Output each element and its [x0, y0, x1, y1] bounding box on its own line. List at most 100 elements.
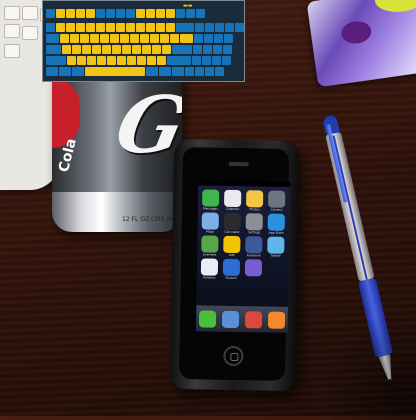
key [86, 9, 95, 18]
settings-icon[interactable]: Settings [245, 213, 263, 234]
app-label: Twitter [270, 253, 281, 258]
app-label: Settings [247, 230, 261, 235]
key [4, 6, 20, 20]
key [80, 34, 89, 43]
key [46, 45, 61, 54]
key [156, 9, 165, 18]
key [96, 9, 105, 18]
shazam-icon[interactable]: Shazam [222, 258, 241, 280]
earpiece-speaker [228, 161, 249, 167]
key [159, 67, 171, 76]
app-label: Facebook [246, 253, 261, 258]
photo-scene: G Cola 12 FL OZ (355 mL) Messages Calenda… [0, 0, 416, 420]
key [152, 45, 161, 54]
key-row [46, 23, 244, 32]
key [162, 45, 171, 54]
app-label: AIM [228, 252, 235, 257]
key [4, 24, 20, 38]
app-store-icon[interactable]: App Store [267, 213, 285, 235]
calculator-icon[interactable]: Calculator [223, 212, 241, 234]
key [213, 45, 222, 54]
key [116, 23, 125, 32]
key [157, 56, 166, 65]
key [156, 23, 165, 32]
key [56, 23, 65, 32]
calendar-icon[interactable]: Calendar [224, 189, 242, 211]
facebook-icon[interactable]: Facebook [245, 236, 263, 257]
key [176, 9, 185, 18]
key [22, 26, 38, 40]
ipod-icon[interactable] [267, 311, 286, 329]
key [222, 56, 231, 65]
key [137, 56, 146, 65]
key [66, 9, 75, 18]
pandora-icon[interactable]: Pandora [200, 258, 219, 280]
key [170, 34, 179, 43]
maps-icon[interactable]: Maps [201, 212, 219, 234]
key [76, 23, 85, 32]
key [46, 56, 66, 65]
key [117, 56, 126, 65]
evernote-icon[interactable]: Evernote [201, 235, 219, 257]
key [22, 6, 38, 20]
key [102, 45, 111, 54]
key [166, 9, 175, 18]
key [106, 23, 115, 32]
key [97, 56, 106, 65]
key [172, 67, 184, 76]
app-grid: Messages Calendar Photos Camera Maps Calculat… [200, 189, 286, 280]
key [46, 23, 55, 32]
key [214, 34, 223, 43]
key [204, 34, 213, 43]
safari-icon[interactable] [244, 310, 263, 328]
key [87, 56, 96, 65]
key [136, 9, 145, 18]
key [62, 45, 71, 54]
key-row [46, 45, 232, 54]
home-button[interactable] [223, 345, 244, 367]
app-icon[interactable] [244, 259, 263, 277]
key [215, 23, 224, 32]
app-label: Messages [203, 206, 218, 211]
key [146, 23, 155, 32]
messages-icon[interactable]: Messages [202, 189, 220, 211]
key-row [46, 67, 224, 76]
key-row [46, 56, 231, 65]
key [166, 23, 175, 32]
app-label: Calendar [225, 206, 240, 212]
camera-icon[interactable]: Camera [268, 190, 286, 212]
app-label: Camera [270, 207, 283, 212]
key [132, 45, 141, 54]
app-label: Pandora [203, 275, 216, 280]
key [193, 45, 202, 54]
key [195, 23, 204, 32]
key [70, 34, 79, 43]
key [180, 34, 193, 43]
smartphone: Messages Calendar Photos Camera Maps Calculat… [169, 138, 301, 392]
app-label: Calculator [224, 229, 240, 235]
twitter-icon[interactable]: Twitter [267, 236, 285, 258]
key [140, 34, 149, 43]
key [192, 56, 201, 65]
aim-icon[interactable]: AIM [223, 235, 241, 257]
key [167, 56, 191, 65]
mail-icon[interactable] [221, 310, 240, 328]
key [150, 34, 159, 43]
photos-icon[interactable]: Photos [246, 190, 264, 211]
key [46, 9, 55, 18]
key [203, 45, 212, 54]
key [176, 23, 194, 32]
key [202, 56, 211, 65]
key [212, 56, 221, 65]
key [96, 23, 105, 32]
phone-icon[interactable] [198, 309, 217, 328]
key [90, 34, 99, 43]
grape-graphic [339, 19, 373, 46]
key [142, 45, 151, 54]
phone-face: Messages Calendar Photos Camera Maps Calculat… [179, 147, 291, 381]
key [215, 67, 224, 76]
app-dock [195, 305, 289, 333]
key [85, 67, 145, 76]
app-label: Evernote [202, 252, 217, 257]
key [122, 45, 131, 54]
